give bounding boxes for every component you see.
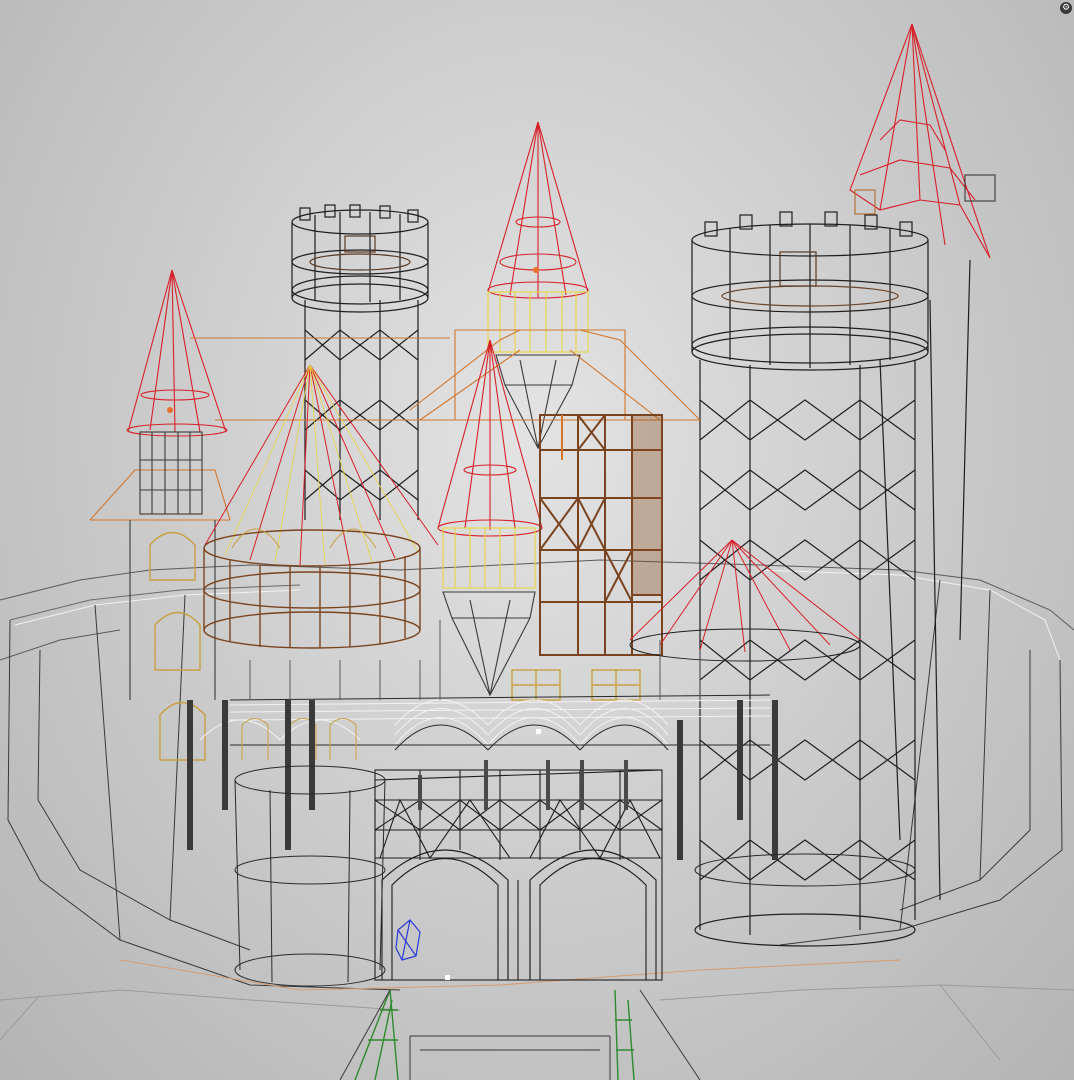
outer-wall-wireframe bbox=[0, 559, 1074, 1061]
timber-building-wireframe bbox=[539, 414, 663, 656]
right-spire-wireframe bbox=[849, 23, 996, 259]
gear-icon: ⚙ bbox=[1061, 3, 1071, 13]
arcade-bridge-wireframe bbox=[187, 620, 778, 860]
left-cone-roof-wireframe bbox=[203, 364, 439, 649]
lower-left-drum-wireframe bbox=[234, 765, 916, 987]
right-tower-wireframe bbox=[691, 211, 971, 947]
3d-viewport[interactable]: ⚙ bbox=[0, 0, 1074, 1080]
viewport-options-button[interactable]: ⚙ bbox=[1060, 2, 1072, 14]
camera-gizmo[interactable] bbox=[395, 919, 421, 961]
scaffold-wireframe bbox=[339, 989, 701, 1080]
center-spire-wireframe bbox=[409, 121, 701, 450]
castle-wireframe-scene[interactable] bbox=[0, 0, 1074, 1080]
right-cone-roof-wireframe bbox=[629, 539, 861, 662]
left-tower-wireframe bbox=[291, 204, 429, 520]
